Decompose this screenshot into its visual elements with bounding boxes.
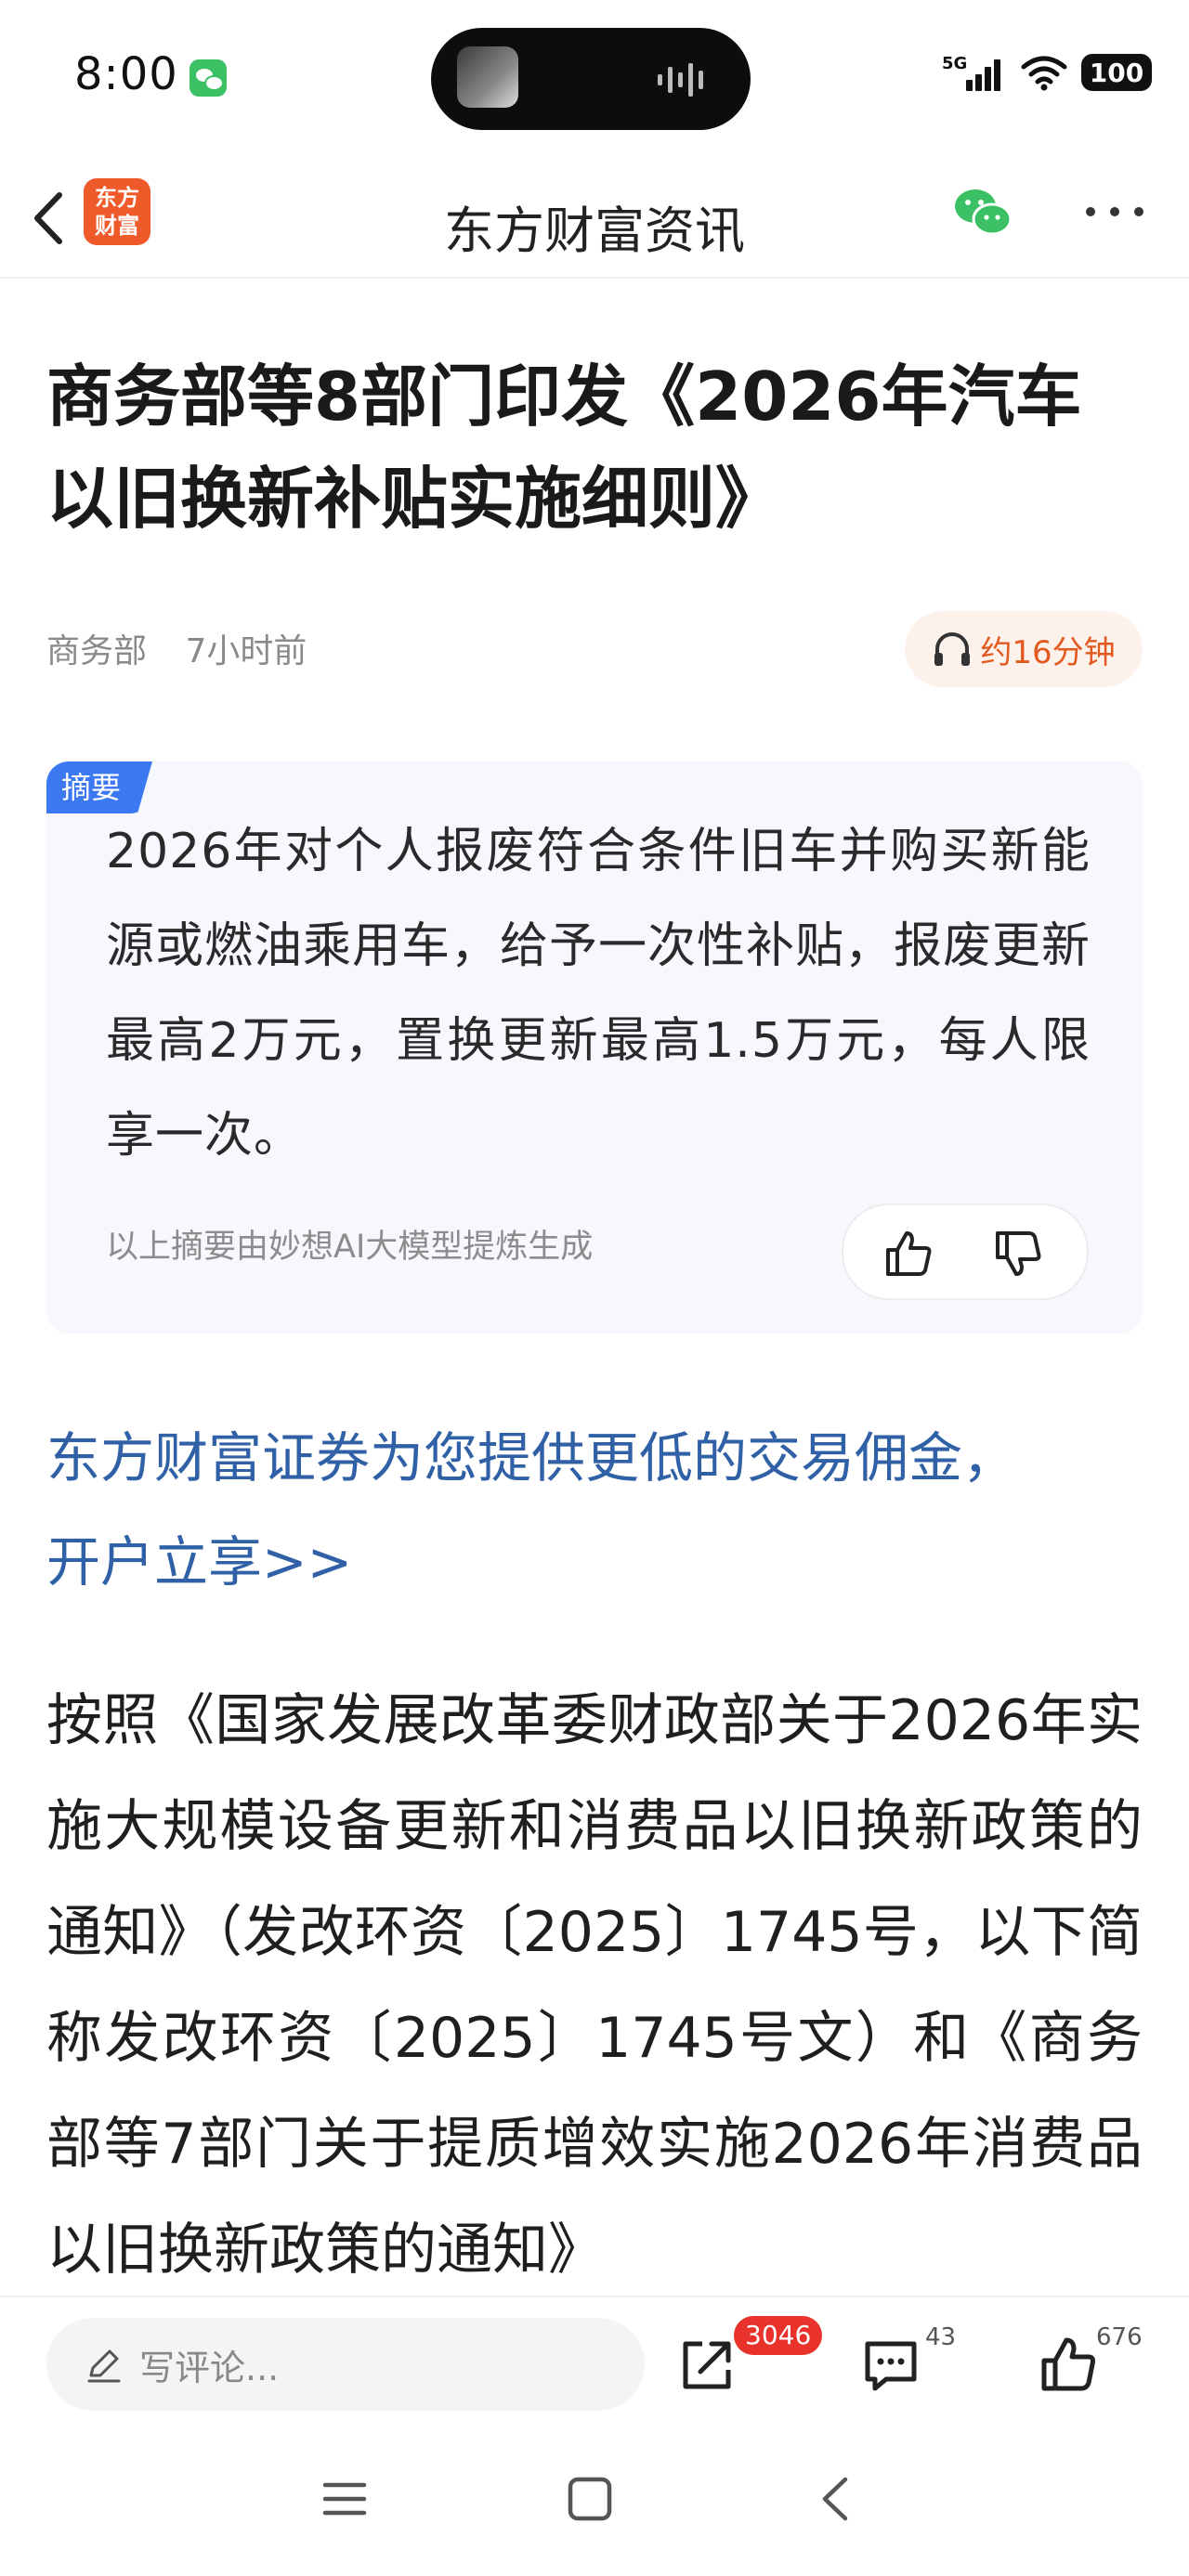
summary-card: 摘要 2026年对个人报废符合条件旧车并购买新能源或燃油乘用车，给予一次性补贴，…: [46, 761, 1143, 1334]
listen-button[interactable]: 约16分钟: [905, 611, 1143, 687]
promo-line1: 东方财富证券为您提供更低的交易佣金，: [46, 1426, 1017, 1490]
svg-text:5G: 5G: [942, 54, 967, 73]
article-time: 7小时前: [185, 632, 307, 670]
menu-icon[interactable]: [321, 2476, 368, 2522]
status-bar: 8:00 5G 100: [0, 0, 1189, 158]
nav-bar: 东方 财富 东方财富资讯: [0, 158, 1189, 279]
thumbs-down-icon[interactable]: [990, 1226, 1046, 1281]
back-gesture-icon[interactable]: [814, 2476, 860, 2522]
audio-wave-icon: [658, 63, 703, 97]
status-indicators: 5G 100: [942, 52, 1152, 93]
more-icon[interactable]: [1078, 178, 1152, 245]
summary-note: 以上摘要由妙想AI大模型提炼生成: [106, 1229, 594, 1266]
battery-indicator: 100: [1081, 54, 1152, 91]
headphones-icon: [934, 632, 971, 666]
article-paragraph: 按照《国家发展改革委财政部关于2026年实施大规模设备更新和消费品以旧换新政策的…: [46, 1688, 1143, 2283]
comment-count: 43: [925, 2323, 957, 2351]
like-icon[interactable]: [1037, 2333, 1102, 2398]
thumbs-up-icon[interactable]: [881, 1226, 936, 1281]
read-time: 约16分钟: [980, 633, 1116, 671]
promo-link[interactable]: 东方财富证券为您提供更低的交易佣金， 开户立享>>: [46, 1406, 1143, 1614]
wechat-icon: [189, 59, 227, 97]
pen-icon: [87, 2349, 121, 2383]
signal-icon: 5G: [942, 54, 1000, 91]
like-count: 676: [1096, 2323, 1143, 2351]
status-time: 8:00: [74, 48, 178, 100]
home-icon[interactable]: [567, 2476, 613, 2522]
comment-placeholder: 写评论...: [139, 2347, 280, 2388]
promo-line2: 开户立享>>: [46, 1530, 353, 1594]
dynamic-island[interactable]: [431, 28, 751, 130]
wechat-share-icon[interactable]: [949, 178, 1016, 245]
share-icon[interactable]: [674, 2333, 739, 2398]
article-meta: 商务部 7小时前: [46, 624, 307, 672]
comment-input[interactable]: 写评论...: [46, 2318, 645, 2411]
summary-text: 2026年对个人报废符合条件旧车并购买新能源或燃油乘用车，给予一次性补贴，报废更…: [106, 824, 1091, 1164]
bottom-bar: 写评论... 3046 43 676: [0, 2296, 1189, 2576]
article-headline: 商务部等8部门印发《2026年汽车以旧换新补贴实施细则》: [46, 358, 1082, 538]
comment-icon[interactable]: [858, 2333, 923, 2398]
article-source[interactable]: 商务部: [46, 632, 147, 670]
media-thumbnail: [457, 46, 518, 108]
share-count-badge: 3046: [734, 2316, 823, 2355]
summary-feedback: [842, 1203, 1089, 1300]
wifi-icon: [1021, 56, 1067, 91]
